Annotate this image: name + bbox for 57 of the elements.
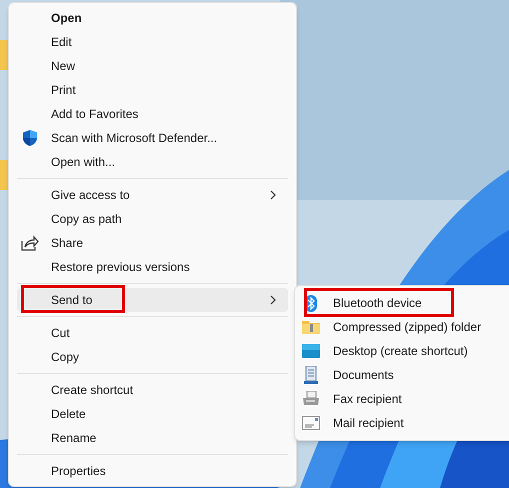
menu-item-label: Open with...: [51, 154, 116, 171]
menu-item[interactable]: Give access to: [17, 183, 288, 207]
menu-item[interactable]: Create shortcut: [17, 378, 288, 402]
submenu-item[interactable]: Desktop (create shortcut): [299, 339, 509, 363]
menu-item[interactable]: Scan with Microsoft Defender...: [17, 126, 288, 150]
mail-icon: [302, 416, 320, 430]
menu-item[interactable]: Cut: [17, 321, 288, 345]
submenu-item[interactable]: Documents: [299, 363, 509, 387]
submenu-item-label: Bluetooth device: [333, 295, 422, 312]
document-icon: [303, 366, 319, 384]
share-icon: [21, 235, 39, 251]
menu-item[interactable]: Add to Favorites: [17, 102, 288, 126]
menu-item-label: New: [51, 58, 76, 75]
menu-item[interactable]: Properties: [17, 459, 288, 483]
menu-item-label: Edit: [51, 34, 72, 51]
menu-item[interactable]: Print: [17, 78, 288, 102]
submenu-item[interactable]: Compressed (zipped) folder: [299, 315, 509, 339]
menu-item-label: Rename: [51, 430, 96, 447]
submenu-item-label: Compressed (zipped) folder: [333, 319, 482, 336]
menu-item-label: Properties: [51, 463, 106, 480]
menu-item-label: Print: [51, 82, 76, 99]
menu-item-label: Restore previous versions: [51, 259, 190, 276]
menu-item[interactable]: Edit: [17, 30, 288, 54]
menu-item[interactable]: Copy: [17, 345, 288, 369]
menu-item[interactable]: Share: [17, 231, 288, 255]
menu-item-label: Copy: [51, 349, 80, 366]
menu-item-label: Create shortcut: [51, 382, 134, 399]
submenu-item[interactable]: Bluetooth device: [299, 291, 509, 315]
menu-item[interactable]: New: [17, 54, 288, 78]
menu-item-label: Send to: [51, 292, 92, 309]
menu-item[interactable]: Rename: [17, 426, 288, 450]
menu-item-label: Copy as path: [51, 211, 122, 228]
menu-item[interactable]: Delete: [17, 402, 288, 426]
chevron-right-icon: [270, 295, 276, 305]
menu-item[interactable]: Open: [17, 6, 288, 30]
menu-item-label: Add to Favorites: [51, 106, 138, 123]
chevron-right-icon: [270, 190, 276, 200]
desktop-icon: [302, 344, 320, 358]
menu-item-label: Give access to: [51, 187, 130, 204]
menu-item[interactable]: Send to: [17, 288, 288, 312]
menu-item-label: Cut: [51, 325, 70, 342]
menu-item-label: Open: [51, 10, 82, 27]
menu-item-label: Scan with Microsoft Defender...: [51, 130, 218, 147]
submenu-item-label: Desktop (create shortcut): [333, 343, 468, 360]
menu-item[interactable]: Open with...: [17, 150, 288, 174]
menu-item[interactable]: Copy as path: [17, 207, 288, 231]
fax-icon: [302, 391, 320, 407]
submenu-item-label: Documents: [333, 367, 394, 384]
submenu-item-label: Fax recipient: [333, 391, 402, 408]
menu-item-label: Delete: [51, 406, 86, 423]
submenu-item[interactable]: Fax recipient: [299, 387, 509, 411]
submenu-item[interactable]: Mail recipient: [299, 411, 509, 435]
menu-item[interactable]: Restore previous versions: [17, 255, 288, 279]
menu-item-label: Share: [51, 235, 84, 252]
shield-icon: [21, 129, 39, 147]
zip-folder-icon: [302, 320, 320, 334]
submenu-item-label: Mail recipient: [333, 415, 404, 432]
